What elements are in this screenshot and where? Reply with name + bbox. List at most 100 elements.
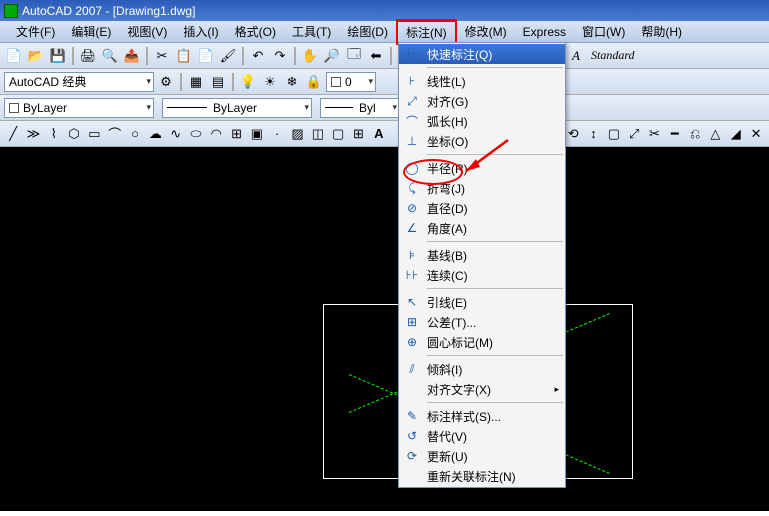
menu-item-update[interactable]: ⟳ 更新(U)	[399, 446, 565, 466]
gear-icon[interactable]: ⚙	[156, 72, 176, 92]
freeze-icon[interactable]: ❄	[282, 72, 302, 92]
menu-item-baseline[interactable]: ⊧ 基线(B)	[399, 245, 565, 265]
menu-window[interactable]: 窗口(W)	[574, 21, 633, 42]
lineweight-dropdown[interactable]: Byl	[320, 98, 400, 118]
menu-modify[interactable]: 修改(M)	[457, 21, 515, 42]
cut-icon[interactable]: ✂	[152, 46, 172, 66]
workspace-dropdown[interactable]: AutoCAD 经典	[4, 72, 154, 92]
menu-tools[interactable]: 工具(T)	[284, 21, 339, 42]
revcloud-icon[interactable]: ☁	[146, 124, 164, 144]
menu-item-arc[interactable]: ⌒ 弧长(H)	[399, 111, 565, 131]
quick-dim-icon: ⊢	[403, 46, 421, 62]
menu-item-style[interactable]: ✎ 标注样式(S)...	[399, 406, 565, 426]
new-icon[interactable]: 📄	[4, 46, 24, 66]
menu-item-ordinate[interactable]: ⊥ 坐标(O)	[399, 131, 565, 151]
preview-icon[interactable]: 🔍	[100, 46, 120, 66]
menu-item-leader[interactable]: ↖ 引线(E)	[399, 292, 565, 312]
menu-dimension[interactable]: 标注(N)	[396, 19, 457, 45]
layer-state-icon[interactable]: ▤	[208, 72, 228, 92]
modify8-icon[interactable]: △	[706, 124, 724, 144]
insert-icon[interactable]: ⊞	[227, 124, 245, 144]
region-icon[interactable]: ▢	[329, 124, 347, 144]
xline-icon[interactable]: ≫	[24, 124, 42, 144]
point-icon[interactable]: ·	[268, 124, 286, 144]
zoom-prev-icon[interactable]: ⬅	[366, 46, 386, 66]
polyline-icon[interactable]: ⌇	[45, 124, 63, 144]
mtext-icon[interactable]: A	[370, 124, 388, 144]
table-icon[interactable]: ⊞	[349, 124, 367, 144]
menu-format[interactable]: 格式(O)	[227, 21, 284, 42]
menu-item-aligned[interactable]: ⤢ 对齐(G)	[399, 91, 565, 111]
circle-icon[interactable]: ○	[126, 124, 144, 144]
rectangle-icon[interactable]: ▭	[85, 124, 103, 144]
menu-view[interactable]: 视图(V)	[119, 21, 175, 42]
menu-item-quick-dim[interactable]: ⊢ 快速标注(Q)	[399, 44, 565, 64]
spline-icon[interactable]: ∿	[167, 124, 185, 144]
ellipse-icon[interactable]: ⬭	[187, 124, 205, 144]
pan-icon[interactable]: ✋	[300, 46, 320, 66]
layer-manager-icon[interactable]: ▦	[186, 72, 206, 92]
menu-item-reassoc[interactable]: 重新关联标注(N)	[399, 466, 565, 486]
drawing-canvas[interactable]	[0, 147, 769, 511]
modify5-icon[interactable]: ✂	[645, 124, 663, 144]
align-text-label: 对齐文字(X)	[427, 381, 491, 398]
save-icon[interactable]: 💾	[48, 46, 68, 66]
open-icon[interactable]: 📂	[26, 46, 46, 66]
modify4-icon[interactable]: ⤢	[625, 124, 643, 144]
modify9-icon[interactable]: ◢	[727, 124, 745, 144]
modify3-icon[interactable]: ▢	[605, 124, 623, 144]
menu-item-oblique[interactable]: ⫽ 倾斜(I)	[399, 359, 565, 379]
layer-zero-dropdown[interactable]: 0	[326, 72, 376, 92]
menu-item-linear[interactable]: ⊦ 线性(L)	[399, 71, 565, 91]
sun-icon[interactable]: ☀	[260, 72, 280, 92]
menu-draw[interactable]: 绘图(D)	[339, 21, 396, 42]
block-icon[interactable]: ▣	[248, 124, 266, 144]
menu-item-angular[interactable]: ∠ 角度(A)	[399, 218, 565, 238]
menu-item-override[interactable]: ↺ 替代(V)	[399, 426, 565, 446]
menu-item-tolerance[interactable]: ⊞ 公差(T)...	[399, 312, 565, 332]
linetype-value: ByLayer	[213, 101, 257, 115]
menu-item-continue[interactable]: ⊦⊦ 连续(C)	[399, 265, 565, 285]
gradient-icon[interactable]: ◫	[309, 124, 327, 144]
polygon-icon[interactable]: ⬡	[65, 124, 83, 144]
standard-toolbar: 📄 📂 💾 🖨 🔍 📤 ✂ 📋 📄 🖌 ↶ ↷ ✋ 🔎 🗔 ⬅ 📊 🗂 🎨 📑 …	[0, 43, 769, 69]
menu-file[interactable]: 文件(F)	[8, 21, 63, 42]
zoom-icon[interactable]: 🔎	[322, 46, 342, 66]
modify6-icon[interactable]: ━	[666, 124, 684, 144]
match-icon[interactable]: 🖌	[218, 46, 238, 66]
line-icon[interactable]: ╱	[4, 124, 22, 144]
print-icon[interactable]: 🖨	[78, 46, 98, 66]
menu-item-jogged[interactable]: ⤹ 折弯(J)	[399, 178, 565, 198]
menu-item-center[interactable]: ⊕ 圆心标记(M)	[399, 332, 565, 352]
baseline-icon: ⊧	[403, 247, 421, 263]
light-icon[interactable]: 💡	[238, 72, 258, 92]
linetype-dropdown[interactable]: ByLayer	[162, 98, 312, 118]
text-style-icon[interactable]: A	[566, 46, 586, 66]
modify7-icon[interactable]: ⎌	[686, 124, 704, 144]
dimension-menu: ⊢ 快速标注(Q) ⊦ 线性(L) ⤢ 对齐(G) ⌒ 弧长(H) ⊥ 坐标(O…	[398, 42, 566, 488]
modify1-icon[interactable]: ⟲	[564, 124, 582, 144]
hatch-icon[interactable]: ▨	[288, 124, 306, 144]
redo-icon[interactable]: ↷	[270, 46, 290, 66]
publish-icon[interactable]: 📤	[122, 46, 142, 66]
modify10-icon[interactable]: ✕	[747, 124, 765, 144]
modify2-icon[interactable]: ↕	[584, 124, 602, 144]
align-text-icon	[403, 381, 421, 397]
menu-item-radius[interactable]: ◯ 半径(R)	[399, 158, 565, 178]
menu-item-align-text[interactable]: 对齐文字(X)	[399, 379, 565, 399]
menu-express[interactable]: Express	[515, 23, 574, 41]
menu-insert[interactable]: 插入(I)	[175, 21, 226, 42]
color-dropdown[interactable]: ByLayer	[4, 98, 154, 118]
copy-icon[interactable]: 📋	[174, 46, 194, 66]
menu-edit[interactable]: 编辑(E)	[63, 21, 119, 42]
menu-help[interactable]: 帮助(H)	[633, 21, 690, 42]
paste-icon[interactable]: 📄	[196, 46, 216, 66]
arc-icon[interactable]: ⌒	[106, 124, 124, 144]
angular-label: 角度(A)	[427, 220, 467, 237]
ellipse-arc-icon[interactable]: ◠	[207, 124, 225, 144]
zoom-window-icon[interactable]: 🗔	[344, 46, 364, 66]
undo-icon[interactable]: ↶	[248, 46, 268, 66]
diameter-icon: ⊘	[403, 200, 421, 216]
menu-item-diameter[interactable]: ⊘ 直径(D)	[399, 198, 565, 218]
lock-icon[interactable]: 🔒	[304, 72, 324, 92]
